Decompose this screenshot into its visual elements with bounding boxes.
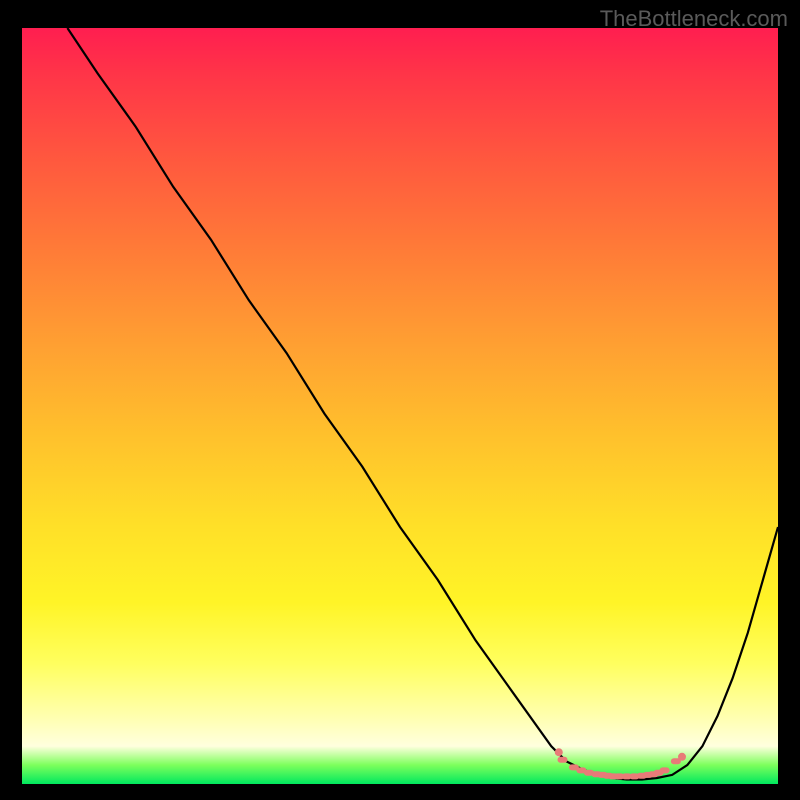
- marker-dot: [555, 748, 563, 756]
- bottleneck-curve: [67, 28, 778, 780]
- attribution-text: TheBottleneck.com: [600, 6, 788, 32]
- marker-dot: [678, 753, 686, 761]
- plot-area: [22, 28, 778, 784]
- optimal-zone-markers: [555, 748, 686, 779]
- marker-dot: [660, 767, 670, 773]
- chart-svg: [22, 28, 778, 784]
- marker-dot: [558, 757, 568, 763]
